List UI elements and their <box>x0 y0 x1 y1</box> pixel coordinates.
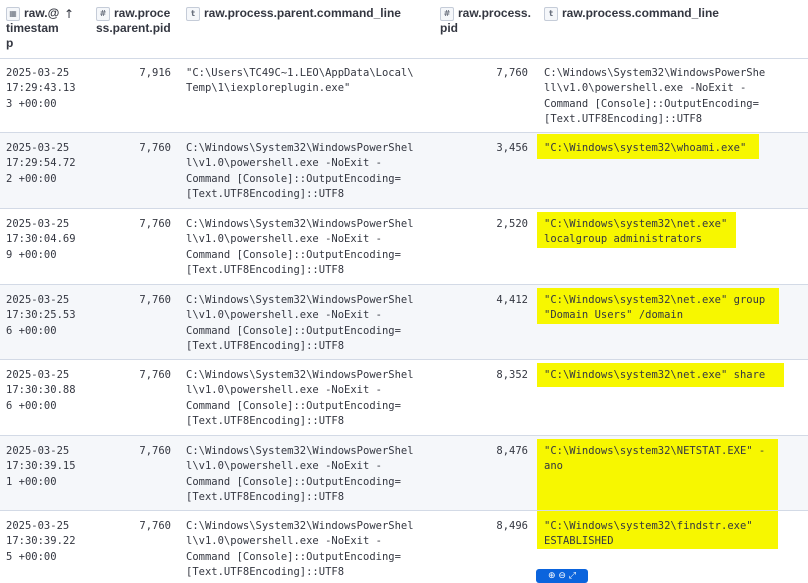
timestamp-cell: 2025-03-25 17:30:39.22 5 +00:00 <box>6 520 76 563</box>
parent-command-line-cell: C:\Windows\System32\WindowsPowerShel l\v… <box>186 369 414 427</box>
pid-cell: 8,476 <box>496 445 528 457</box>
column-header-timestamp[interactable]: ▦ raw.@ timestam p <box>6 6 59 51</box>
command-line-cell: "C:\Windows\system32\net.exe" group "Dom… <box>544 294 766 322</box>
pid-cell: 4,412 <box>496 294 528 306</box>
table-row[interactable]: 2025-03-25 17:30:25.53 6 +00:00 7,760 C:… <box>0 285 808 360</box>
pid-cell: 8,496 <box>496 520 528 532</box>
number-icon: # <box>96 7 110 21</box>
table-row[interactable]: 2025-03-25 17:30:04.69 9 +00:00 7,760 C:… <box>0 209 808 285</box>
parent-pid-cell: 7,760 <box>139 294 171 306</box>
parent-command-line-cell: C:\Windows\System32\WindowsPowerShel l\v… <box>186 218 414 276</box>
cell-actions-toolbar[interactable]: ⊕ ⊖ ⤢ <box>536 569 588 583</box>
command-line-cell: "C:\Windows\system32\net.exe" localgroup… <box>544 218 728 246</box>
table-row[interactable]: 2025-03-25 17:30:39.22 5 +00:00 7,760 C:… <box>0 511 808 579</box>
timestamp-cell: 2025-03-25 17:30:25.53 6 +00:00 <box>6 294 76 337</box>
text-icon: t <box>544 7 558 21</box>
number-icon: # <box>440 7 454 21</box>
parent-command-line-cell: C:\Windows\System32\WindowsPowerShel l\v… <box>186 142 414 200</box>
command-line-cell: "C:\Windows\system32\NETSTAT.EXE" - ano <box>544 445 766 473</box>
parent-pid-cell: 7,760 <box>139 445 171 457</box>
grid-header: ▦ raw.@ timestam p ↑ # raw.proce ss.parent… <box>0 0 808 59</box>
parent-pid-cell: 7,916 <box>139 67 171 79</box>
calendar-icon: ▦ <box>6 7 20 21</box>
command-line-cell: "C:\Windows\system32\net.exe" share <box>544 369 766 381</box>
timestamp-cell: 2025-03-25 17:30:04.69 9 +00:00 <box>6 218 76 261</box>
column-header-parent-command-line[interactable]: t raw.process.parent.command_line <box>186 6 401 21</box>
column-header-command-line[interactable]: t raw.process.command_line <box>544 6 719 21</box>
parent-pid-cell: 7,760 <box>139 218 171 230</box>
table-row[interactable]: 2025-03-25 17:30:30.88 6 +00:00 7,760 C:… <box>0 360 808 436</box>
parent-command-line-cell: C:\Windows\System32\WindowsPowerShel l\v… <box>186 294 414 352</box>
parent-pid-cell: 7,760 <box>139 369 171 381</box>
pid-cell: 3,456 <box>496 142 528 154</box>
timestamp-cell: 2025-03-25 17:30:39.15 1 +00:00 <box>6 445 76 488</box>
pid-cell: 8,352 <box>496 369 528 381</box>
parent-command-line-cell: C:\Windows\System32\WindowsPowerShel l\v… <box>186 520 414 578</box>
parent-command-line-cell: "C:\Users\TC49C~1.LEO\AppData\Local\ Tem… <box>186 67 414 95</box>
sort-ascending-icon[interactable]: ↑ <box>64 7 74 21</box>
table-row[interactable]: 2025-03-25 17:29:43.13 3 +00:00 7,916 "C… <box>0 58 808 133</box>
command-line-cell: C:\Windows\System32\WindowsPowerShe ll\v… <box>544 67 766 125</box>
column-header-pid[interactable]: # raw.process. pid <box>440 6 531 36</box>
timestamp-cell: 2025-03-25 17:29:43.13 3 +00:00 <box>6 67 76 110</box>
pid-cell: 2,520 <box>496 218 528 230</box>
table-row[interactable]: 2025-03-25 17:29:54.72 2 +00:00 7,760 C:… <box>0 133 808 209</box>
timestamp-cell: 2025-03-25 17:30:30.88 6 +00:00 <box>6 369 76 412</box>
column-header-parent-pid[interactable]: # raw.proce ss.parent.pid <box>96 6 171 36</box>
parent-command-line-cell: C:\Windows\System32\WindowsPowerShel l\v… <box>186 445 414 503</box>
timestamp-cell: 2025-03-25 17:29:54.72 2 +00:00 <box>6 142 76 185</box>
command-line-cell: "C:\Windows\system32\whoami.exe" <box>544 142 747 154</box>
parent-pid-cell: 7,760 <box>139 520 171 532</box>
text-icon: t <box>186 7 200 21</box>
pid-cell: 7,760 <box>496 67 528 79</box>
parent-pid-cell: 7,760 <box>139 142 171 154</box>
command-line-cell: "C:\Windows\system32\findstr.exe" ESTABL… <box>544 520 753 548</box>
table-row[interactable]: 2025-03-25 17:30:39.15 1 +00:00 7,760 C:… <box>0 436 808 511</box>
